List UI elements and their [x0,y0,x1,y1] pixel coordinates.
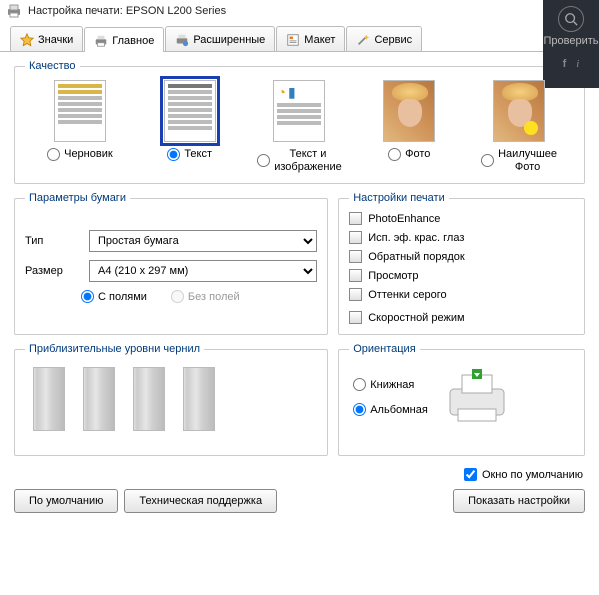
orientation-portrait[interactable]: Книжная [353,378,428,391]
ink-levels-group: Приблизительные уровни чернил [14,343,328,456]
paper-size-label: Размер [25,265,81,277]
ink-cartridge-3 [133,367,165,431]
quality-thumb-text-image[interactable]: ◔▮ [273,80,325,142]
chk-default-window[interactable] [464,468,477,481]
overlay-label: Проверить [543,35,598,47]
bar-icon: ▮ [288,84,296,101]
tab-icons[interactable]: Значки [10,26,83,51]
btn-tech-support[interactable]: Техническая поддержка [124,489,277,513]
btn-show-settings[interactable]: Показать настройки [453,489,585,513]
tab-label: Макет [304,34,335,46]
quality-thumb-text[interactable] [164,80,216,142]
printer-icon [6,3,22,19]
quality-radio-text-image[interactable]: Текст и изображение [257,148,342,173]
paper-type-label: Тип [25,235,81,247]
ink-cartridge-4 [183,367,215,431]
ink-cartridge-2 [83,367,115,431]
browser-overlay: Проверить f i [543,0,599,88]
layout-icon [286,33,300,47]
overlay-info-icon[interactable]: i [576,58,579,70]
paper-group: Параметры бумаги Тип Простая бумага Разм… [14,192,328,335]
orientation-legend: Ориентация [349,343,419,355]
printer-gear-icon [175,33,189,47]
margins-radio-without: Без полей [171,290,240,303]
ink-legend: Приблизительные уровни чернил [25,343,204,355]
star-icon [20,33,34,47]
paper-legend: Параметры бумаги [25,192,130,204]
pie-icon: ◔ [277,84,285,101]
tab-label: Расширенные [193,34,265,46]
tab-bar: Значки Главное Расширенные Макет Сервис [0,26,599,52]
wand-icon [356,33,370,47]
tab-advanced[interactable]: Расширенные [165,26,275,51]
window-titlebar: Настройка печати: EPSON L200 Series [0,0,599,22]
tab-label: Сервис [374,34,412,46]
tab-layout[interactable]: Макет [276,26,345,51]
chk-redeye[interactable]: Исп. эф. крас. глаз [349,231,574,244]
window-title: Настройка печати: EPSON L200 Series [28,5,226,17]
orientation-landscape[interactable]: Альбомная [353,403,428,416]
quality-radio-best-photo[interactable]: Наилучшее Фото [481,148,557,173]
default-window-label: Окно по умолчанию [482,469,583,481]
printer-icon [94,34,108,48]
orientation-group: Ориентация Книжная Альбомная [338,343,585,456]
printer-illustration [444,369,510,425]
ink-cartridge-1 [33,367,65,431]
chk-preview[interactable]: Просмотр [349,269,574,282]
paper-type-select[interactable]: Простая бумага [89,230,317,252]
margins-radio-with[interactable]: С полями [81,290,147,303]
tab-label: Значки [38,34,73,46]
search-icon [564,12,578,26]
tab-main[interactable]: Главное [84,27,164,52]
print-settings-legend: Настройки печати [349,192,449,204]
tab-label: Главное [112,35,154,47]
chk-speed-mode[interactable]: Скоростной режим [349,305,574,324]
quality-radio-draft[interactable]: Черновик [47,148,113,161]
print-settings-group: Настройки печати PhotoEnhance Исп. эф. к… [338,192,585,335]
paper-size-select[interactable]: A4 (210 x 297 мм) [89,260,317,282]
quality-radio-text[interactable]: Текст [167,148,212,161]
chk-photoenhance[interactable]: PhotoEnhance [349,212,574,225]
overlay-search-button[interactable] [558,6,584,32]
quality-thumb-best-photo[interactable] [493,80,545,142]
quality-thumb-draft[interactable] [54,80,106,142]
quality-thumb-photo[interactable] [383,80,435,142]
quality-radio-photo[interactable]: Фото [388,148,430,161]
quality-group: Качество Черновик Текст ◔▮ Текст и изобр… [14,60,585,184]
overlay-facebook-icon[interactable]: f [563,58,567,70]
tab-service[interactable]: Сервис [346,26,422,51]
chk-reverse-order[interactable]: Обратный порядок [349,250,574,263]
chk-grayscale[interactable]: Оттенки серого [349,288,574,301]
btn-defaults[interactable]: По умолчанию [14,489,118,513]
quality-legend: Качество [25,60,80,72]
